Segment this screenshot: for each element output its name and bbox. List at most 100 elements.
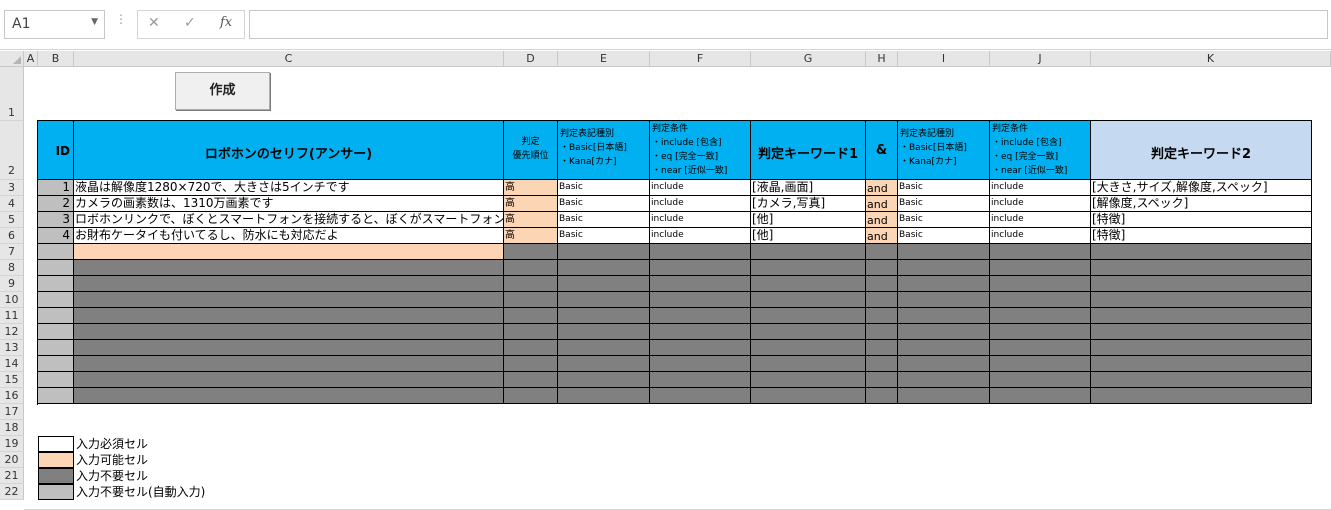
cell-keyword-1[interactable]: [他] <box>751 228 866 244</box>
cell-disabled <box>504 260 558 276</box>
cancel-icon[interactable]: ✕ <box>148 15 160 31</box>
cell-condition-2[interactable]: include <box>990 212 1091 228</box>
cell-id-auto[interactable] <box>38 292 74 308</box>
col-header-b[interactable]: B <box>38 51 74 67</box>
row-header[interactable]: 1 <box>0 67 24 121</box>
name-box[interactable]: A1 ▼ <box>4 10 105 39</box>
col-header-a[interactable]: A <box>24 51 38 67</box>
cell-condition-1[interactable]: include <box>650 228 751 244</box>
header-amp: & <box>866 121 898 180</box>
col-header-c[interactable]: C <box>74 51 504 67</box>
cell-answer[interactable]: お財布ケータイも付いてるし、防水にも対応だよ <box>74 228 504 244</box>
col-header-j[interactable]: J <box>990 51 1091 67</box>
row-header[interactable]: 19 <box>0 436 24 452</box>
cell-notation-2[interactable]: Basic <box>898 196 990 212</box>
row-header[interactable]: 7 <box>0 244 24 260</box>
cell-notation-2[interactable]: Basic <box>898 228 990 244</box>
cell-keyword-2[interactable]: [特徴] <box>1091 228 1312 244</box>
cell-id-auto[interactable] <box>38 308 74 324</box>
cell-priority[interactable]: 高 <box>504 212 558 228</box>
cell-condition-2[interactable]: include <box>990 196 1091 212</box>
col-header-d[interactable]: D <box>504 51 558 67</box>
row-header[interactable]: 5 <box>0 212 24 228</box>
cell-id[interactable]: 3 <box>38 212 74 228</box>
row-header[interactable]: 20 <box>0 452 24 468</box>
cell-condition-2[interactable]: include <box>990 180 1091 196</box>
row-header[interactable]: 21 <box>0 468 24 484</box>
row-header[interactable]: 10 <box>0 292 24 308</box>
cell-disabled <box>74 372 504 388</box>
row-header[interactable]: 9 <box>0 276 24 292</box>
cell-answer[interactable]: ロボホンリンクで、ぼくとスマートフォンを接続すると、ぼくがスマートフォンに来て <box>74 212 504 228</box>
cell-notation-1[interactable]: Basic <box>558 196 650 212</box>
chevron-down-icon[interactable]: ▼ <box>91 17 98 27</box>
cell-id-auto[interactable] <box>38 356 74 372</box>
cell-notation-1[interactable]: Basic <box>558 212 650 228</box>
cell-notation-1[interactable]: Basic <box>558 228 650 244</box>
select-all-corner[interactable] <box>0 51 24 67</box>
cell-condition-1[interactable]: include <box>650 196 751 212</box>
cell-keyword-2[interactable]: [特徴] <box>1091 212 1312 228</box>
cell-condition-1[interactable]: include <box>650 212 751 228</box>
row-header[interactable]: 4 <box>0 196 24 212</box>
cell-priority[interactable]: 高 <box>504 196 558 212</box>
cell-disabled <box>990 340 1091 356</box>
cell-notation-2[interactable]: Basic <box>898 180 990 196</box>
cell-id[interactable]: 4 <box>38 228 74 244</box>
cell-notation-2[interactable]: Basic <box>898 212 990 228</box>
cell-condition-2[interactable]: include <box>990 228 1091 244</box>
cell-answer-empty[interactable] <box>74 244 504 260</box>
cell-priority[interactable]: 高 <box>504 228 558 244</box>
row-header[interactable]: 22 <box>0 484 24 500</box>
cell-id-auto[interactable] <box>38 372 74 388</box>
row-header[interactable]: 18 <box>0 420 24 436</box>
col-header-f[interactable]: F <box>650 51 751 67</box>
row-header[interactable]: 3 <box>0 180 24 196</box>
row-header[interactable]: 13 <box>0 340 24 356</box>
row-header[interactable]: 17 <box>0 404 24 420</box>
col-header-g[interactable]: G <box>751 51 866 67</box>
function-icon[interactable]: fx <box>220 15 232 30</box>
cell-answer[interactable]: カメラの画素数は、1310万画素です <box>74 196 504 212</box>
row-header[interactable]: 11 <box>0 308 24 324</box>
header-keyword-2: 判定キーワード2 <box>1091 121 1312 180</box>
col-header-i[interactable]: I <box>898 51 990 67</box>
row-header[interactable]: 2 <box>0 121 24 180</box>
cell-amp[interactable]: and <box>866 212 898 228</box>
create-button[interactable]: 作成 <box>175 72 270 110</box>
col-header-e[interactable]: E <box>558 51 650 67</box>
cell-disabled <box>990 276 1091 292</box>
formula-input[interactable] <box>249 10 1328 39</box>
drag-handle-icon[interactable]: ⋮ <box>115 12 127 26</box>
cell-id-auto[interactable] <box>38 324 74 340</box>
cell-answer[interactable]: 液晶は解像度1280×720で、大きさは5インチです <box>74 180 504 196</box>
row-header[interactable]: 6 <box>0 228 24 244</box>
enter-icon[interactable]: ✓ <box>184 15 196 31</box>
row-header[interactable]: 14 <box>0 356 24 372</box>
cell-amp[interactable]: and <box>866 228 898 244</box>
cell-disabled <box>751 356 866 372</box>
cell-amp[interactable]: and <box>866 196 898 212</box>
cell-amp[interactable]: and <box>866 180 898 196</box>
cell-keyword-2[interactable]: [大きさ,サイズ,解像度,スペック] <box>1091 180 1312 196</box>
cell-keyword-1[interactable]: [他] <box>751 212 866 228</box>
cell-id-auto[interactable] <box>38 260 74 276</box>
row-header[interactable]: 15 <box>0 372 24 388</box>
cell-id-auto[interactable] <box>38 340 74 356</box>
cell-id-empty[interactable] <box>38 244 74 260</box>
cell-condition-1[interactable]: include <box>650 180 751 196</box>
cell-priority[interactable]: 高 <box>504 180 558 196</box>
row-header[interactable]: 16 <box>0 388 24 404</box>
cell-id[interactable]: 2 <box>38 196 74 212</box>
cell-id-auto[interactable] <box>38 388 74 404</box>
row-header[interactable]: 8 <box>0 260 24 276</box>
cell-notation-1[interactable]: Basic <box>558 180 650 196</box>
cell-id-auto[interactable] <box>38 276 74 292</box>
col-header-h[interactable]: H <box>866 51 898 67</box>
cell-id[interactable]: 1 <box>38 180 74 196</box>
cell-keyword-1[interactable]: [液晶,画面] <box>751 180 866 196</box>
col-header-k[interactable]: K <box>1091 51 1331 67</box>
row-header[interactable]: 12 <box>0 324 24 340</box>
cell-keyword-2[interactable]: [解像度,スペック] <box>1091 196 1312 212</box>
cell-keyword-1[interactable]: [カメラ,写真] <box>751 196 866 212</box>
